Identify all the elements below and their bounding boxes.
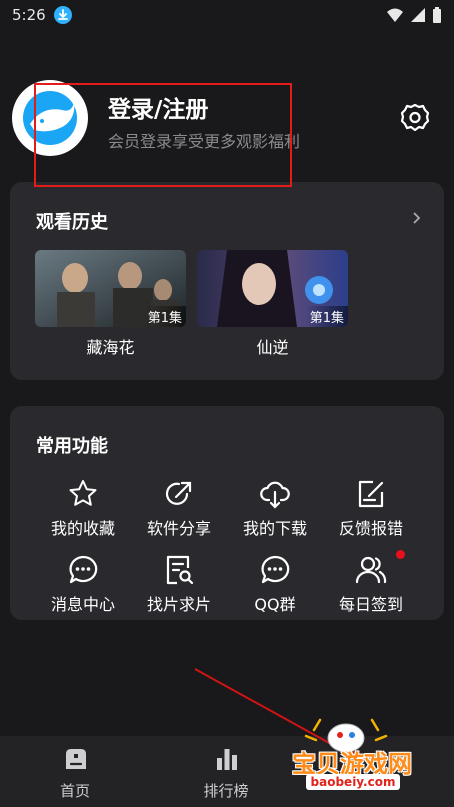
episode-badge: 第1集 (143, 306, 186, 327)
feature-feedback[interactable]: 反馈报错 (323, 478, 419, 548)
signal-icon (411, 8, 425, 22)
chat-group-icon (261, 555, 290, 584)
wifi-icon (387, 8, 403, 22)
episode-badge: 第1集 (305, 306, 348, 327)
message-icon (69, 555, 98, 584)
feature-messages[interactable]: 消息中心 (35, 554, 131, 624)
feature-daily-checkin[interactable]: 每日签到 (323, 554, 419, 624)
watch-history-title: 观看历史 (36, 212, 108, 233)
feature-label: 每日签到 (338, 595, 403, 614)
feature-label: 找片求片 (146, 595, 211, 614)
tab-label: 排行榜 (203, 782, 249, 800)
common-features-title: 常用功能 (36, 436, 108, 457)
feature-label: 我的下载 (242, 519, 307, 538)
chevron-right-icon (413, 212, 421, 224)
share-icon (165, 481, 192, 505)
settings-button[interactable] (397, 100, 433, 136)
star-icon (69, 480, 97, 506)
notification-dot (396, 550, 405, 559)
chart-icon (217, 749, 237, 770)
feature-share[interactable]: 软件分享 (131, 478, 227, 548)
feature-label: QQ群 (254, 595, 296, 614)
tab-label: 首页 (59, 782, 90, 800)
feature-label: 软件分享 (146, 519, 211, 538)
feature-favorites[interactable]: 我的收藏 (35, 478, 131, 548)
tab-ranking[interactable]: 排行榜 (186, 746, 266, 802)
status-icons (386, 6, 442, 24)
gear-icon (400, 103, 430, 132)
cloud-download-icon (260, 481, 290, 509)
history-item-title[interactable]: 仙逆 (197, 334, 348, 358)
home-icon (66, 749, 86, 769)
feedback-edit-icon (358, 480, 384, 508)
tab-home[interactable]: 首页 (35, 746, 115, 802)
feature-request-movie[interactable]: 找片求片 (131, 554, 227, 624)
feature-qq-group[interactable]: QQ群 (227, 554, 323, 624)
search-document-icon (166, 555, 194, 585)
history-item-thumbnail[interactable]: 第1集 (35, 250, 186, 327)
users-icon (355, 556, 387, 584)
annotation-highlight-box (34, 83, 292, 187)
feature-label: 消息中心 (50, 595, 115, 614)
status-time: 5:26 (12, 6, 46, 24)
history-item-title[interactable]: 藏海花 (35, 334, 186, 358)
battery-icon (433, 6, 441, 23)
history-item-thumbnail[interactable]: 第1集 (197, 250, 348, 327)
history-more-button[interactable] (406, 206, 426, 230)
feature-label: 反馈报错 (338, 519, 403, 538)
download-notification-icon (54, 6, 72, 24)
feature-label: 我的收藏 (50, 519, 115, 538)
feature-downloads[interactable]: 我的下载 (227, 478, 323, 548)
watermark-url: baobeiy.com (306, 774, 400, 790)
